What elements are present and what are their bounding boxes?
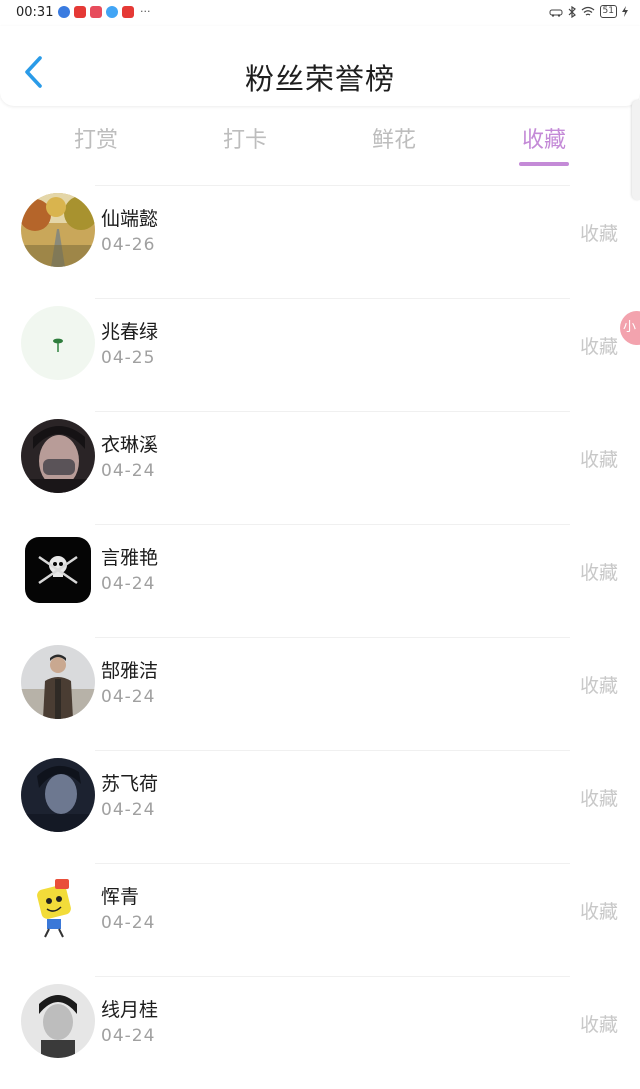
list-item[interactable]: 言雅艳 04-24 收藏	[0, 524, 640, 637]
sprout-avatar-image	[21, 306, 95, 380]
bw-portrait-avatar-image	[21, 984, 95, 1058]
fan-date: 04-24	[101, 687, 156, 707]
tab-label: 打卡	[222, 128, 267, 153]
divider	[95, 185, 570, 186]
news-notification-icon	[74, 6, 86, 18]
list-item[interactable]: 兆春绿 04-25 收藏	[0, 298, 640, 411]
list-item[interactable]: 衣琳溪 04-24 收藏	[0, 411, 640, 524]
divider	[95, 863, 570, 864]
wifi-icon	[581, 6, 594, 16]
tab-bar: 打赏 打卡 鲜花 收藏	[0, 112, 640, 172]
divider	[95, 637, 570, 638]
avatar[interactable]	[21, 984, 95, 1058]
collect-label: 收藏	[579, 675, 618, 697]
fan-list: 仙端懿 04-26 收藏 兆春绿 04-25 收藏 衣琳溪 04-24 收藏 言…	[0, 185, 640, 1089]
more-notifications-icon: ···	[140, 5, 151, 18]
tab-label: 打赏	[73, 128, 118, 153]
fan-date: 04-24	[101, 800, 156, 820]
divider	[95, 750, 570, 751]
autumn-road-avatar-image	[21, 193, 95, 267]
tab-label: 鲜花	[371, 128, 416, 153]
fan-name: 郜雅洁	[101, 660, 159, 682]
fan-date: 04-24	[101, 461, 156, 481]
fan-date: 04-25	[101, 348, 156, 368]
page-title: 粉丝荣誉榜	[244, 62, 395, 96]
man-outdoors-avatar-image	[21, 645, 95, 719]
collect-label: 收藏	[579, 223, 618, 245]
list-item[interactable]: 线月桂 04-24 收藏	[0, 976, 640, 1089]
avatar[interactable]	[25, 537, 91, 603]
collect-label: 收藏	[579, 562, 618, 584]
active-tab-indicator	[519, 162, 569, 166]
fan-name: 言雅艳	[101, 547, 159, 569]
fan-name: 仙端懿	[101, 208, 159, 230]
tab-label: 收藏	[521, 128, 566, 153]
top-bar: 粉丝荣誉榜	[0, 26, 640, 106]
masked-face-avatar-image	[21, 419, 95, 493]
fan-date: 04-24	[101, 913, 156, 933]
fan-name: 恽青	[101, 886, 140, 908]
status-bar: 00:31 ··· 51	[0, 0, 640, 26]
battery-icon: 51	[599, 5, 617, 18]
chat-notification-icon	[106, 6, 118, 18]
fan-date: 04-24	[101, 574, 156, 594]
divider	[95, 976, 570, 977]
collect-label: 收藏	[579, 449, 618, 471]
skull-avatar-image	[25, 537, 91, 603]
collect-label: 收藏	[579, 336, 618, 358]
fan-name: 线月桂	[101, 999, 159, 1021]
collect-label: 收藏	[579, 1014, 618, 1036]
status-time: 00:31	[16, 5, 54, 20]
fan-date: 04-24	[101, 1026, 156, 1046]
bluetooth-icon	[568, 5, 576, 18]
avatar[interactable]	[21, 193, 95, 267]
listen-notification-icon	[122, 6, 134, 18]
system-icons: 51	[549, 5, 628, 18]
app-notification-icon	[90, 6, 102, 18]
car-mode-icon	[549, 9, 563, 17]
notification-icons: ···	[58, 6, 151, 18]
avatar[interactable]	[21, 306, 95, 380]
divider	[95, 524, 570, 525]
cartoon-avatar-image	[21, 871, 95, 945]
dark-portrait-avatar-image	[21, 758, 95, 832]
list-item[interactable]: 郜雅洁 04-24 收藏	[0, 637, 640, 750]
fan-name: 苏飞荷	[101, 773, 159, 795]
avatar[interactable]	[21, 871, 95, 945]
avatar[interactable]	[21, 645, 95, 719]
fan-name: 衣琳溪	[101, 434, 159, 456]
charging-icon	[622, 6, 628, 17]
fan-date: 04-26	[101, 235, 156, 255]
list-item[interactable]: 恽青 04-24 收藏	[0, 863, 640, 976]
list-item[interactable]: 仙端懿 04-26 收藏	[0, 185, 640, 298]
tab-reward[interactable]: 打赏	[41, 122, 151, 154]
collect-label: 收藏	[579, 901, 618, 923]
fan-name: 兆春绿	[101, 321, 159, 343]
tab-collect[interactable]: 收藏	[489, 122, 599, 166]
collect-label: 收藏	[579, 788, 618, 810]
tab-flowers[interactable]: 鲜花	[339, 122, 449, 154]
divider	[95, 298, 570, 299]
tab-checkin[interactable]: 打卡	[190, 122, 300, 154]
avatar[interactable]	[21, 758, 95, 832]
divider	[95, 411, 570, 412]
avatar[interactable]	[21, 419, 95, 493]
browser-notification-icon	[58, 6, 70, 18]
list-item[interactable]: 苏飞荷 04-24 收藏	[0, 750, 640, 863]
